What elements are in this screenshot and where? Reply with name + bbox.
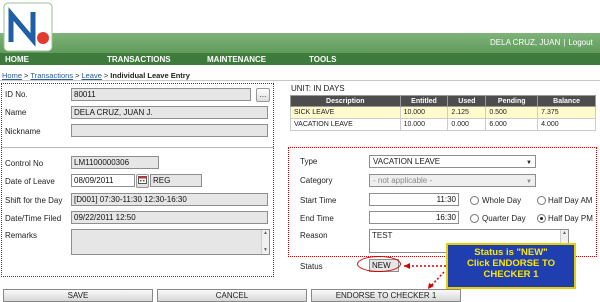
remarks-label: Remarks [5, 231, 38, 240]
table-row[interactable]: SICK LEAVE 10.000 2.125 0.500 7.375 [290, 106, 596, 119]
start-time-label: Start Time [300, 196, 337, 205]
breadcrumb-separator: > [24, 71, 29, 80]
breadcrumb-current: Individual Leave Entry [110, 71, 190, 80]
half-day-pm-label: Half Day PM [548, 214, 593, 223]
breadcrumb-leave[interactable]: Leave [81, 71, 101, 80]
logout-link[interactable]: Logout [568, 38, 592, 47]
breadcrumb-transactions[interactable]: Transactions [30, 71, 73, 80]
half-day-pm-radio[interactable] [537, 214, 546, 223]
start-time-field[interactable]: 11:30 [369, 193, 459, 206]
quarter-day-radio[interactable] [470, 214, 479, 223]
scroll-down-icon[interactable]: ▼ [262, 247, 269, 254]
date-of-leave-label: Date of Leave [5, 177, 55, 186]
chevron-down-icon: ▼ [526, 160, 532, 166]
user-name: DELA CRUZ, JUAN [490, 38, 561, 47]
save-button[interactable]: SAVE [3, 289, 153, 302]
cell-balance: 4.000 [537, 118, 596, 131]
quarter-day-label: Quarter Day [482, 214, 526, 223]
nickname-label: Nickname [5, 127, 41, 136]
whole-day-radio[interactable] [470, 196, 479, 205]
endorse-to-checker-button[interactable]: ENDORSE TO CHECKER 1 [311, 289, 461, 302]
callout-line-2: Click ENDORSE TO [467, 258, 555, 269]
category-label: Category [300, 176, 333, 185]
cell-entitled: 10.000 [399, 118, 449, 131]
nav-bar [0, 53, 600, 65]
callout-line-3: CHECKER 1 [483, 269, 539, 280]
date-filed-label: Date/Time Filed [5, 214, 62, 223]
col-entitled: Entitled [399, 95, 449, 107]
status-highlight-ellipse [357, 256, 401, 272]
name-label: Name [5, 108, 27, 117]
shift-label: Shift for the Day [5, 196, 63, 205]
cell-pending: 6.000 [485, 118, 539, 131]
day-type-field[interactable]: REG [150, 174, 202, 187]
units-title: UNIT: IN DAYS [291, 84, 345, 93]
reason-text: TEST [372, 231, 393, 240]
nav-home[interactable]: HOME [5, 55, 29, 64]
breadcrumb: Home > Transactions > Leave > Individual Leave… [2, 71, 190, 80]
table-row[interactable]: VACATION LEAVE 10.000 0.000 6.000 4.000 [290, 118, 596, 131]
app-logo [3, 2, 53, 52]
half-day-am-radio[interactable] [537, 196, 546, 205]
calendar-icon[interactable] [136, 174, 149, 188]
end-time-label: End Time [300, 214, 334, 223]
breadcrumb-home[interactable]: Home [2, 71, 22, 80]
breadcrumb-separator: > [103, 71, 109, 80]
cell-description: VACATION LEAVE [290, 118, 401, 131]
cancel-button[interactable]: CANCEL [157, 289, 307, 302]
nickname-field[interactable] [71, 124, 268, 137]
type-value: VACATION LEAVE [373, 157, 441, 166]
leave-balance-table: Description Entitled Used Pending Balanc… [290, 95, 596, 131]
date-of-leave-field[interactable]: 08/09/2011 [71, 174, 135, 187]
name-field[interactable]: DELA CRUZ, JUAN J. [71, 106, 268, 119]
table-header-row: Description Entitled Used Pending Balanc… [290, 95, 596, 107]
chevron-down-icon: ▼ [526, 179, 532, 185]
remarks-textarea[interactable]: ▲ ▼ [71, 229, 270, 255]
nav-transactions[interactable]: TRANSACTIONS [107, 55, 171, 64]
whole-day-label: Whole Day [482, 196, 522, 205]
cell-used: 2.125 [447, 106, 487, 119]
type-select[interactable]: VACATION LEAVE ▼ [369, 155, 536, 168]
control-no-field[interactable]: LM1100000306 [71, 156, 159, 169]
type-label: Type [300, 157, 318, 166]
id-label: ID No. [5, 90, 28, 99]
cell-description: SICK LEAVE [290, 106, 401, 119]
lookup-button[interactable]: ... [256, 88, 270, 102]
category-value: - not applicable - [373, 176, 433, 185]
col-pending: Pending [485, 95, 539, 107]
app-header: DELA CRUZ, JUAN | Logout HOME TRANSACTIONS… [0, 0, 600, 65]
user-info: DELA CRUZ, JUAN | Logout [490, 38, 593, 47]
scroll-up-icon[interactable]: ▲ [262, 230, 269, 237]
col-description: Description [290, 95, 401, 107]
breadcrumb-separator: > [75, 71, 80, 80]
remarks-scrollbar[interactable]: ▲ ▼ [261, 230, 269, 254]
instruction-callout: Status is "NEW" Click ENDORSE TO CHECKER… [446, 243, 576, 289]
end-time-field[interactable]: 16:30 [369, 211, 459, 224]
cell-balance: 7.375 [537, 106, 596, 119]
divider [0, 80, 600, 81]
callout-line-1: Status is "NEW" [474, 247, 548, 258]
half-day-am-label: Half Day AM [548, 196, 593, 205]
id-field[interactable]: 80011 [71, 88, 251, 101]
nav-tools[interactable]: TOOLS [309, 55, 336, 64]
category-select[interactable]: - not applicable - ▼ [369, 174, 536, 187]
section-divider [1, 147, 274, 148]
date-filed-field[interactable]: 09/22/2011 12:50 [71, 211, 268, 224]
col-used: Used [447, 95, 487, 107]
cell-entitled: 10.000 [399, 106, 449, 119]
cell-used: 0.000 [447, 118, 487, 131]
cell-pending: 0.500 [485, 106, 539, 119]
nav-maintenance[interactable]: MAINTENANCE [207, 55, 266, 64]
shift-field[interactable]: [D001] 07:30-11:30 12:30-16:30 [71, 193, 268, 206]
col-balance: Balance [537, 95, 596, 107]
control-no-label: Control No [5, 159, 44, 168]
status-label: Status [300, 262, 323, 271]
reason-label: Reason [300, 231, 328, 240]
scroll-up-icon[interactable]: ▲ [561, 230, 568, 237]
